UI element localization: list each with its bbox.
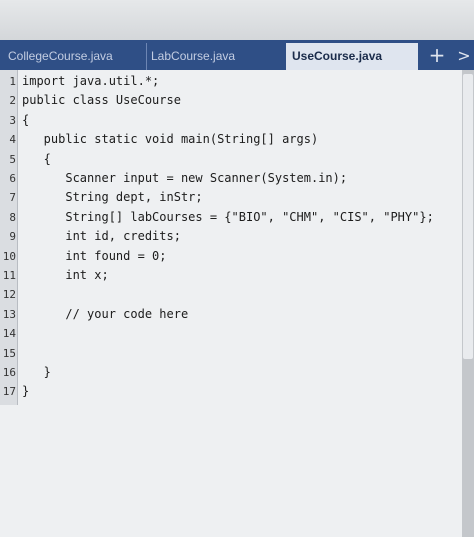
code-text[interactable]: public class UseCourse <box>22 91 181 110</box>
more-tabs-icon[interactable]: > <box>456 44 472 68</box>
line-number: 3 <box>9 113 16 127</box>
line-number: 11 <box>2 269 16 282</box>
code-line[interactable]: 13 // your code here <box>0 305 462 324</box>
line-number: 12 <box>2 288 16 302</box>
code-line[interactable]: 12 <box>0 285 462 304</box>
line-number: 1 <box>9 75 16 88</box>
code-line[interactable]: 16 } <box>0 363 462 382</box>
code-text[interactable]: public static void main(String[] args) <box>22 130 319 149</box>
code-line[interactable]: 5 { <box>0 150 462 169</box>
code-text[interactable]: String dept, inStr; <box>22 188 202 207</box>
code-line[interactable]: 15 <box>0 344 462 363</box>
code-line[interactable]: 3{ <box>0 111 462 130</box>
line-number: 4 <box>9 133 16 147</box>
code-line[interactable]: 4 public static void main(String[] args) <box>0 130 462 149</box>
window-top-strip <box>0 0 474 40</box>
tab-labcourse[interactable]: LabCourse.java <box>146 43 276 70</box>
code-text[interactable]: int id, credits; <box>22 227 181 246</box>
line-number: 9 <box>9 230 16 244</box>
code-text[interactable]: int x; <box>22 266 108 285</box>
vertical-scrollbar[interactable] <box>462 70 474 537</box>
code-text[interactable]: String[] labCourses = {"BIO", "CHM", "CI… <box>22 208 433 227</box>
line-number: 8 <box>9 210 16 224</box>
code-line[interactable]: 17} <box>0 382 462 401</box>
code-line[interactable]: 9 int id, credits; <box>0 227 462 246</box>
code-line[interactable]: 14 <box>0 324 462 343</box>
line-number: 7 <box>9 191 16 205</box>
code-line[interactable]: 10 int found = 0; <box>0 247 462 266</box>
code-text[interactable]: int found = 0; <box>22 247 166 266</box>
code-line[interactable]: 2 public class UseCourse <box>0 91 462 110</box>
line-number: 17 <box>2 385 16 399</box>
line-number: 2 <box>9 94 16 108</box>
line-number: 5 <box>9 152 16 166</box>
code-text[interactable]: // your code here <box>22 305 188 324</box>
tab-usecourse[interactable]: UseCourse.java <box>286 43 418 70</box>
code-text[interactable]: } <box>22 382 29 401</box>
line-number: 14 <box>2 327 16 341</box>
line-number: 15 <box>2 346 16 360</box>
code-line[interactable]: 8 String[] labCourses = {"BIO", "CHM", "… <box>0 208 462 227</box>
code-text[interactable]: { <box>22 111 29 130</box>
code-text[interactable]: } <box>22 363 51 382</box>
code-line[interactable]: 11 int x; <box>0 266 462 285</box>
tab-bar: CollegeCourse.java LabCourse.java UseCou… <box>0 40 474 70</box>
code-text[interactable]: import java.util.*; <box>22 72 159 91</box>
add-tab-icon[interactable]: + <box>426 44 448 66</box>
code-line[interactable]: 6 Scanner input = new Scanner(System.in)… <box>0 169 462 188</box>
line-number: 10 <box>2 249 16 263</box>
tab-collegecourse[interactable]: CollegeCourse.java <box>2 43 132 70</box>
line-number: 13 <box>2 307 16 321</box>
line-number: 6 <box>9 172 16 185</box>
scrollbar-thumb[interactable] <box>463 74 473 359</box>
code-text[interactable]: Scanner input = new Scanner(System.in); <box>22 169 347 188</box>
code-editor[interactable]: 1 import java.util.*; 2 public class UseCou… <box>0 70 462 537</box>
code-text[interactable]: { <box>22 150 51 169</box>
code-line[interactable]: 1 import java.util.*; <box>0 72 462 91</box>
code-line[interactable]: 7 String dept, inStr; <box>0 188 462 207</box>
line-number: 16 <box>2 366 16 379</box>
